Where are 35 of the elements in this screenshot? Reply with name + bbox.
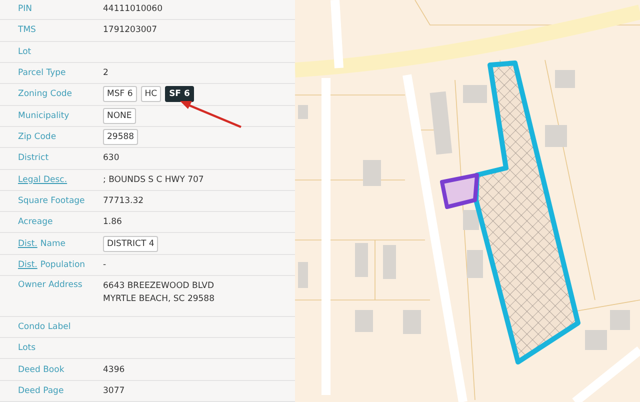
field-label: Population bbox=[40, 260, 86, 270]
field-label: Lots bbox=[18, 343, 36, 354]
field-label: Deed Page bbox=[18, 386, 64, 396]
value-tag[interactable]: SF 6 bbox=[165, 86, 194, 102]
field-label: Acreage bbox=[18, 217, 53, 228]
field-label: PIN bbox=[18, 4, 32, 14]
value-tag[interactable]: NONE bbox=[103, 108, 136, 124]
value-tag[interactable]: 29588 bbox=[103, 129, 138, 146]
value-tag[interactable]: MSF 6 bbox=[103, 86, 137, 102]
field-value: 1.86 bbox=[103, 217, 122, 228]
field-label: Parcel Type bbox=[18, 68, 66, 78]
field-label: Zip Code bbox=[18, 132, 56, 142]
field-label: Zoning Code bbox=[18, 89, 72, 100]
field-label: District bbox=[18, 153, 49, 164]
field-label: Square Footage bbox=[18, 196, 85, 206]
field-value: 6643 BREEZEWOOD BLVD MYRTLE BEACH, SC 29588 bbox=[103, 280, 214, 306]
field-label: Name bbox=[40, 238, 66, 249]
field-value: ; BOUNDS S C HWY 707 bbox=[103, 174, 204, 185]
field-value: 4396 bbox=[103, 364, 125, 375]
field-value: 630 bbox=[103, 153, 120, 164]
field-label: Condo Label bbox=[18, 322, 71, 332]
field-value: 44111010060 bbox=[103, 4, 162, 14]
field-value: 77713.32 bbox=[103, 196, 144, 206]
field-value: 3077 bbox=[103, 386, 125, 396]
field-label: Owner Address bbox=[18, 280, 82, 290]
value-tag[interactable]: DISTRICT 4 bbox=[103, 236, 158, 252]
field-value: 1791203007 bbox=[103, 25, 158, 36]
field-value: 2 bbox=[103, 68, 108, 78]
field-value: - bbox=[103, 260, 106, 270]
field-label: Lot bbox=[18, 46, 32, 57]
value-tag[interactable]: HC bbox=[140, 86, 162, 102]
annotation-arrow bbox=[178, 98, 244, 130]
field-label: TMS bbox=[18, 25, 36, 36]
field-label: Municipality bbox=[18, 110, 70, 121]
field-label: Deed Book bbox=[18, 364, 64, 375]
